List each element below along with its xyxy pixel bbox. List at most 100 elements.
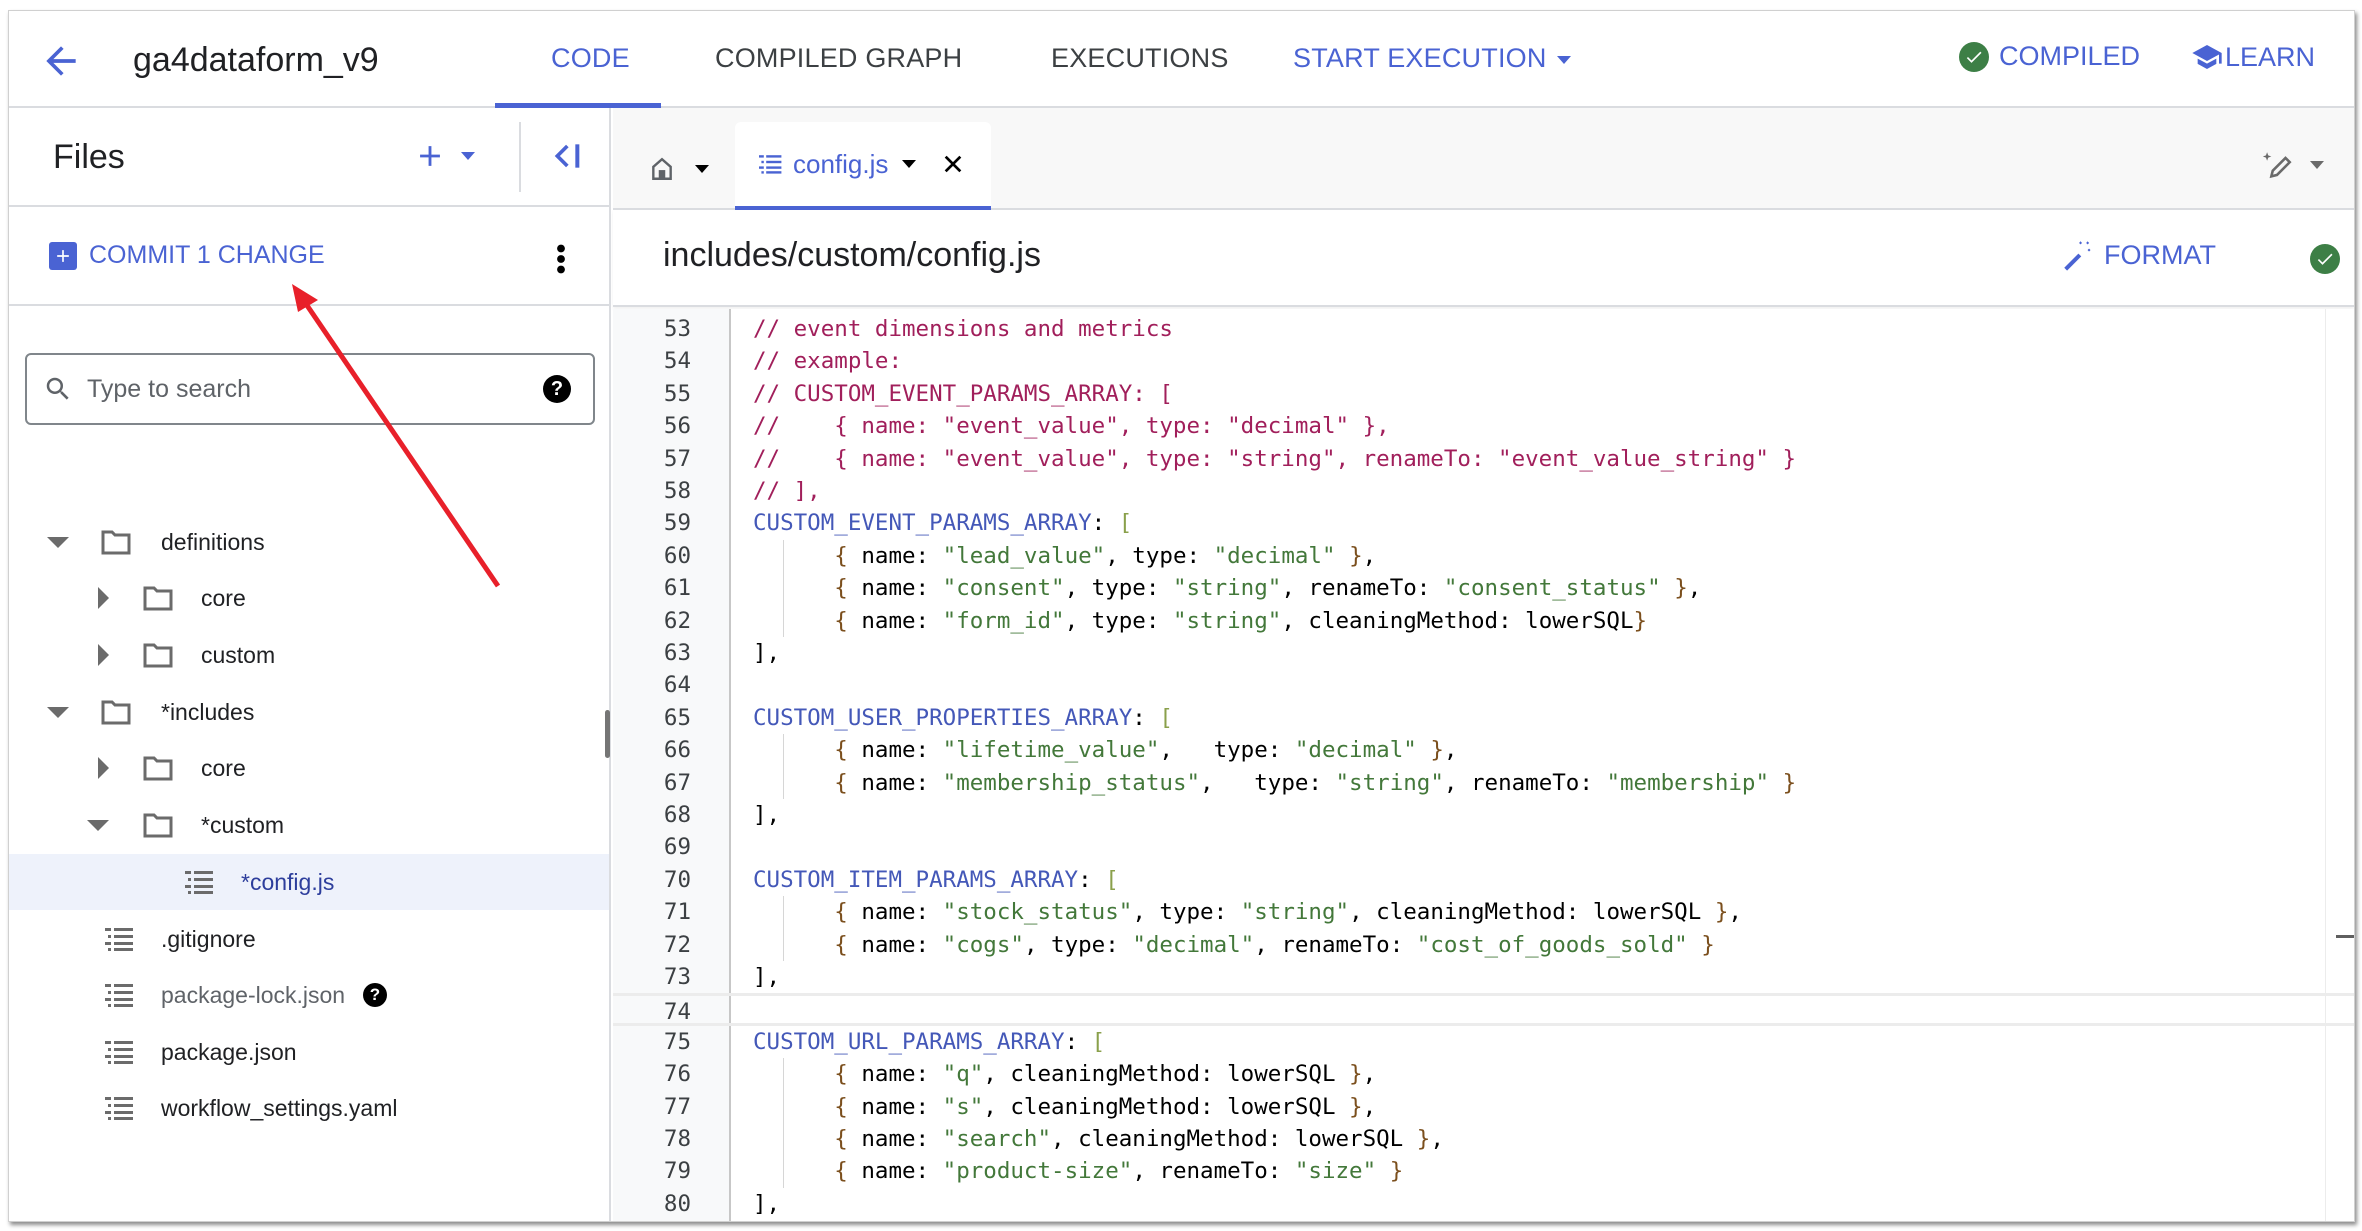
collapse-panel-button[interactable]: [549, 136, 589, 176]
tree-folder-custom[interactable]: custom: [9, 627, 609, 683]
tree-folder-custom[interactable]: *custom: [9, 797, 609, 853]
home-tab-button[interactable]: [649, 156, 709, 182]
format-button[interactable]: FORMAT: [2060, 238, 2216, 272]
add-file-button[interactable]: [413, 134, 493, 178]
start-execution-button[interactable]: START EXECUTION: [1293, 43, 1571, 74]
code-token: {: [834, 575, 848, 602]
code-token: , type:: [1064, 607, 1173, 634]
code-token: [: [1091, 1028, 1106, 1055]
code-line[interactable]: 62 { name: "form_id", type: "string", cl…: [613, 605, 2354, 637]
chevron-down-icon: [461, 152, 475, 160]
indent-guide: [783, 896, 784, 961]
tree-label: .gitignore: [161, 925, 256, 952]
expand-down-icon[interactable]: [87, 819, 109, 831]
code-line[interactable]: 64: [613, 669, 2354, 701]
code-line[interactable]: 63],: [613, 637, 2354, 669]
code-token: name:: [847, 1158, 943, 1185]
back-button[interactable]: [39, 39, 83, 83]
learn-button[interactable]: LEARN: [2191, 41, 2315, 73]
file-lines-icon: [105, 982, 135, 1008]
code-line[interactable]: 73],: [613, 961, 2354, 993]
code-token: ,: [1430, 1126, 1444, 1152]
line-number: 65: [663, 704, 691, 731]
tree-file-package-json[interactable]: package.json: [9, 1024, 609, 1080]
editor-tab-config-js[interactable]: config.js: [735, 122, 991, 210]
tree-folder-definitions[interactable]: definitions: [9, 514, 609, 570]
code-line[interactable]: 78 { name: "search", cleaningMethod: low…: [613, 1123, 2354, 1155]
expand-down-icon[interactable]: [47, 706, 69, 718]
line-number: 59: [663, 510, 691, 537]
code-line[interactable]: 53 // event dimensions and metrics: [613, 313, 2354, 345]
code-line[interactable]: 60 { name: "lead_value", type: "decimal"…: [613, 540, 2354, 572]
code-text: // event dimensions and metrics: [753, 313, 1173, 345]
tree-file-package-lock[interactable]: package-lock.json ?: [9, 967, 609, 1023]
line-number: 63: [663, 640, 691, 666]
code-line[interactable]: 67 { name: "membership_status", type: "s…: [613, 767, 2354, 799]
code-line[interactable]: 68],: [613, 799, 2354, 831]
code-editor[interactable]: 53 // event dimensions and metrics 54 // ex…: [613, 309, 2354, 1221]
tree-folder-core[interactable]: core: [9, 740, 609, 796]
code-text: // CUSTOM_EVENT_PARAMS_ARRAY: [: [753, 378, 1173, 410]
commit-button[interactable]: COMMIT 1 CHANGE: [49, 241, 325, 270]
help-icon[interactable]: ?: [363, 983, 387, 1007]
search-input[interactable]: [87, 374, 543, 404]
code-text: ],: [753, 799, 780, 831]
code-line[interactable]: 65 CUSTOM_USER_PROPERTIES_ARRAY: [: [613, 702, 2354, 734]
tree-scrollbar[interactable]: [605, 710, 610, 758]
code-token: {: [834, 899, 848, 926]
code-token: , cleaningMethod: lowerSQL: [983, 1061, 1350, 1088]
code-line[interactable]: 69: [613, 831, 2354, 863]
code-text: ],: [753, 961, 780, 993]
code-line[interactable]: 77 { name: "s", cleaningMethod: lowerSQL…: [613, 1091, 2354, 1123]
close-icon[interactable]: [942, 153, 964, 175]
pen-sparkle-icon: [2262, 152, 2292, 179]
code-line[interactable]: 59 CUSTOM_EVENT_PARAMS_ARRAY: [: [613, 507, 2354, 539]
tab-code[interactable]: CODE: [551, 43, 630, 74]
expand-right-icon[interactable]: [98, 644, 109, 666]
code-line[interactable]: 76 { name: "q", cleaningMethod: lowerSQL…: [613, 1058, 2354, 1090]
code-line[interactable]: 56 // { name: "event_value", type: "decim…: [613, 410, 2354, 442]
chevron-down-icon[interactable]: [902, 160, 917, 168]
code-token: // example:: [753, 348, 903, 375]
more-options-button[interactable]: [549, 241, 573, 277]
tab-label: config.js: [793, 148, 889, 179]
ai-assist-button[interactable]: [2260, 148, 2324, 182]
code-line[interactable]: 80],: [613, 1188, 2354, 1220]
expand-right-icon[interactable]: [98, 587, 109, 609]
code-line[interactable]: 74: [613, 993, 2354, 1026]
code-text: ],: [753, 1188, 780, 1220]
code-token: [: [1105, 866, 1119, 893]
tree-file-gitignore[interactable]: .gitignore: [9, 911, 609, 967]
code-text: { name: "cogs", type: "decimal", renameT…: [753, 929, 1715, 961]
tree-file-workflow-settings[interactable]: workflow_settings.yaml: [9, 1080, 609, 1136]
help-icon[interactable]: ?: [543, 375, 571, 403]
code-line[interactable]: 58 // ],: [613, 475, 2354, 507]
code-token: "lifetime_value": [942, 737, 1160, 764]
tab-compiled-graph[interactable]: COMPILED GRAPH: [715, 43, 962, 74]
tab-executions[interactable]: EXECUTIONS: [1051, 43, 1229, 74]
code-line[interactable]: 55 // CUSTOM_EVENT_PARAMS_ARRAY: [: [613, 378, 2354, 410]
tree-folder-includes[interactable]: *includes: [9, 684, 609, 740]
indent-guide: [783, 734, 784, 799]
code-token: , cleaningMethod: lowerSQL: [1349, 899, 1715, 926]
code-token: ,: [1362, 1093, 1377, 1120]
code-line[interactable]: 66 { name: "lifetime_value", type: "deci…: [613, 734, 2354, 766]
compiled-status[interactable]: COMPILED: [1959, 41, 2140, 72]
code-token: ],: [753, 964, 781, 990]
code-line[interactable]: 75 CUSTOM_URL_PARAMS_ARRAY: [: [613, 1026, 2354, 1058]
learn-label: LEARN: [2225, 41, 2316, 72]
expand-right-icon[interactable]: [98, 757, 109, 779]
code-line[interactable]: 54 // example:: [613, 345, 2354, 377]
code-line[interactable]: 61 { name: "consent", type: "string", re…: [613, 572, 2354, 604]
code-line[interactable]: 57 // { name: "event_value", type: "strin…: [613, 443, 2354, 475]
code-token: }: [1349, 1061, 1363, 1088]
tree-label: *includes: [161, 698, 255, 725]
tree-file-config-js[interactable]: *config.js: [9, 854, 609, 910]
code-line[interactable]: 72 { name: "cogs", type: "decimal", rena…: [613, 929, 2354, 961]
expand-down-icon[interactable]: [47, 536, 69, 548]
tree-folder-core[interactable]: core: [9, 570, 609, 626]
code-line[interactable]: 71 { name: "stock_status", type: "string…: [613, 896, 2354, 928]
code-line[interactable]: 70 CUSTOM_ITEM_PARAMS_ARRAY: [: [613, 864, 2354, 896]
code-line[interactable]: 79 { name: "product-size", renameTo: "si…: [613, 1155, 2354, 1187]
line-number: 67: [663, 769, 691, 796]
